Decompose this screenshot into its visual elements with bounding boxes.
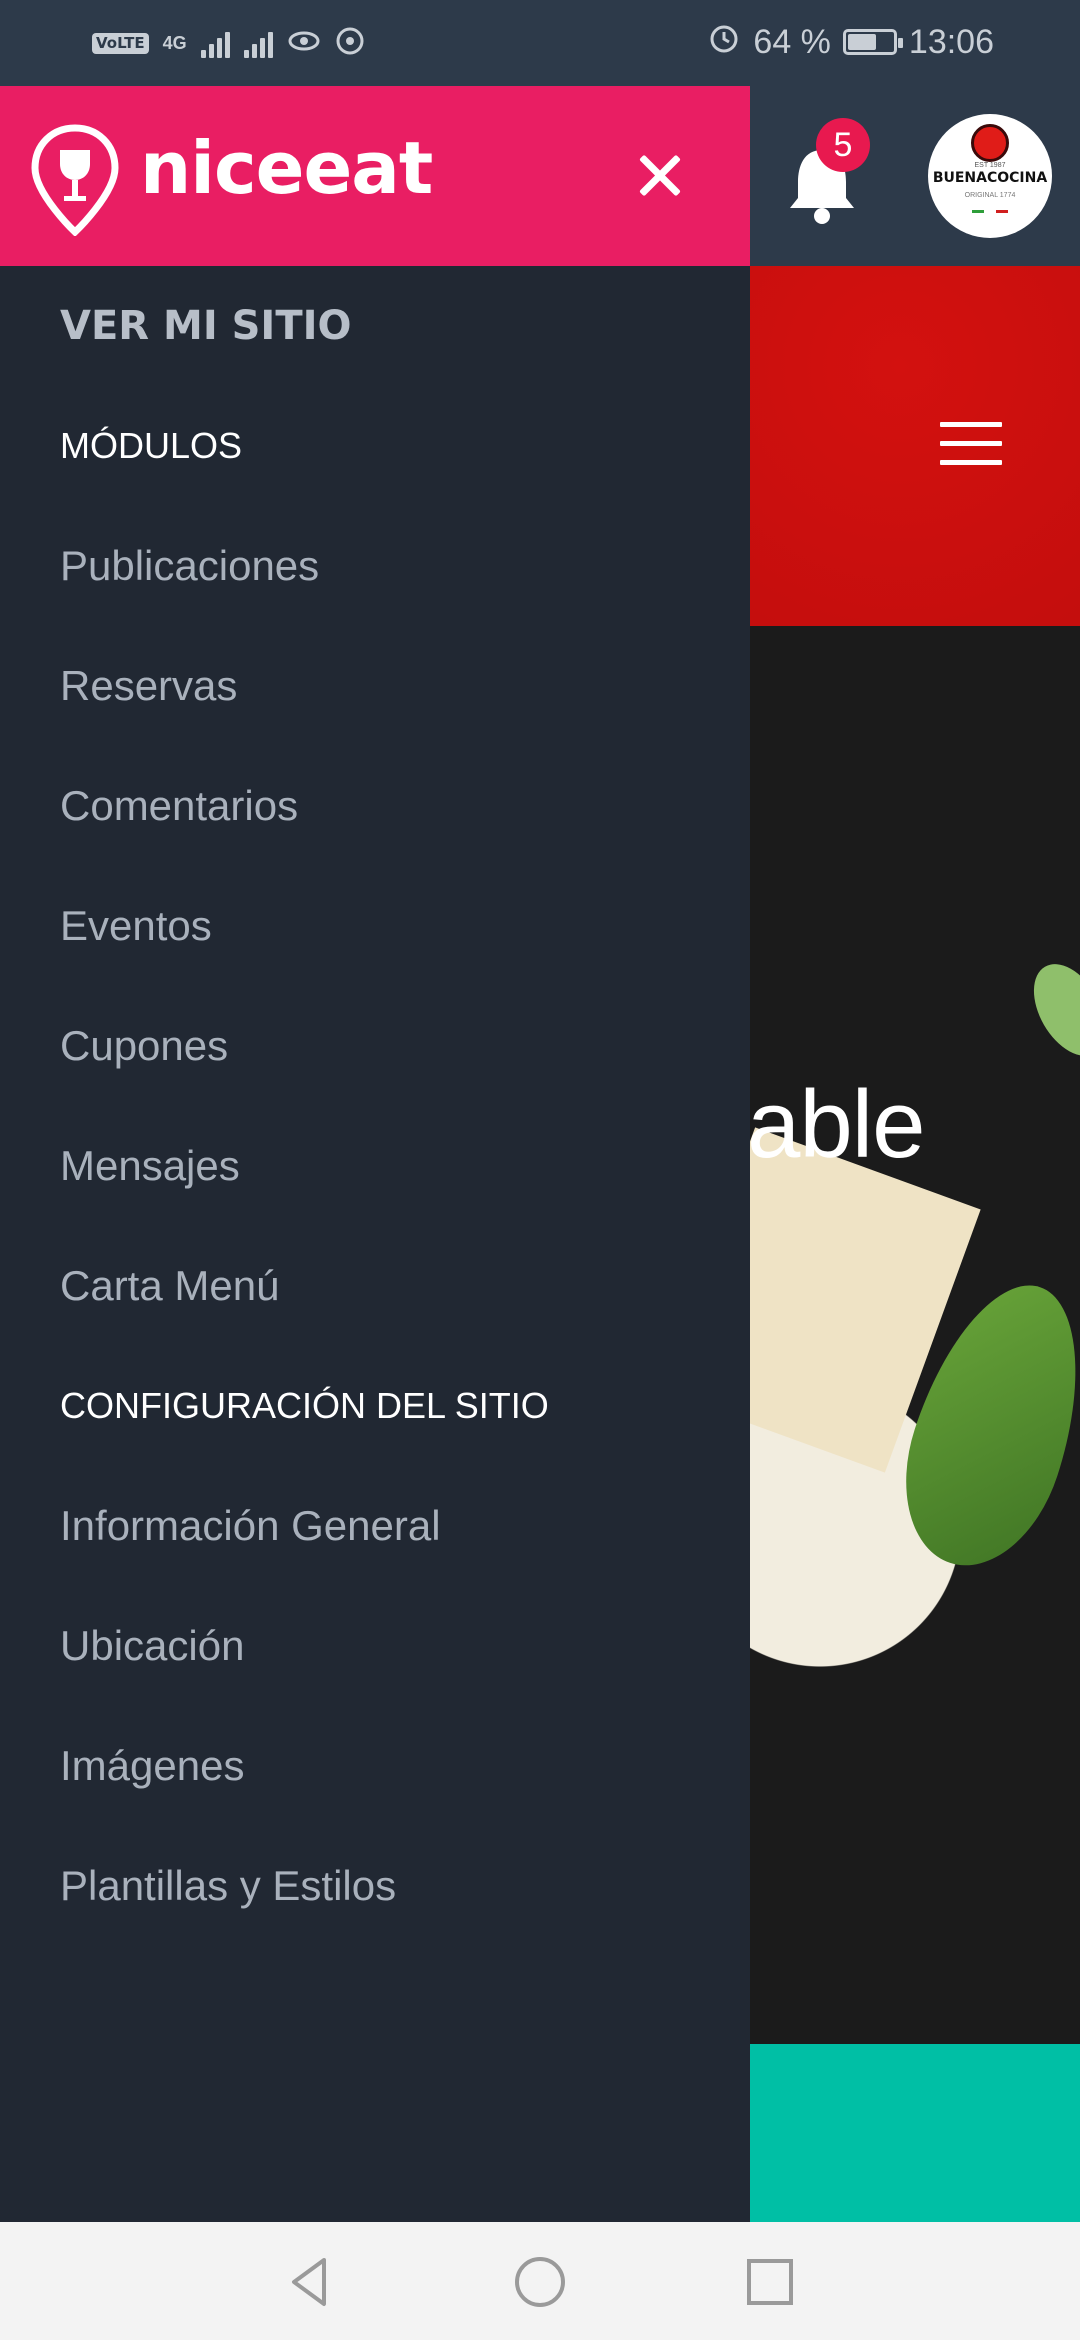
battery-icon [842, 29, 903, 55]
avatar-flag-green [972, 210, 984, 213]
menu-item-publicaciones[interactable]: Publicaciones [0, 506, 750, 626]
battery-fill [847, 34, 877, 50]
avatar-flag-red [996, 210, 1008, 213]
clock: 13:06 [908, 22, 994, 61]
home-icon[interactable] [510, 2252, 570, 2312]
system-navigation-bar [0, 2222, 1080, 2340]
network-type: 4G [162, 32, 187, 53]
close-icon[interactable] [630, 146, 690, 206]
wine-glass-pin-icon [30, 124, 120, 237]
alarm-icon [707, 21, 741, 64]
brand-logo-text: niceeat [140, 126, 433, 210]
notifications-badge: 5 [816, 118, 870, 172]
menu-item-comentarios[interactable]: Comentarios [0, 746, 750, 866]
menu-item-carta-menu[interactable]: Carta Menú [0, 1226, 750, 1346]
restaurant-avatar[interactable]: EST 1987 BUENACOCINA ORIGINAL 1774 [928, 114, 1052, 238]
battery-percent: 64 % [753, 22, 831, 61]
signal-icon-2 [243, 28, 273, 58]
signal-icon [200, 28, 230, 58]
volte-indicator: VoLTE [92, 32, 149, 54]
menu-item-ubicacion[interactable]: Ubicación [0, 1586, 750, 1706]
recents-icon[interactable] [740, 2252, 800, 2312]
menu-item-mensajes[interactable]: Mensajes [0, 1106, 750, 1226]
menu-item-reservas[interactable]: Reservas [0, 626, 750, 746]
status-right: 64 % 13:06 [707, 18, 994, 66]
avatar-brand: BUENACOCINA [932, 170, 1048, 186]
avatar-est: EST 1987 [974, 162, 1006, 169]
navigation-drawer: niceeat VER MI SITIO MÓDULOS Publicacion… [0, 86, 750, 2222]
menu-item-ver-mi-sitio[interactable]: VER MI SITIO [0, 266, 750, 386]
avatar-logo-dot [971, 124, 1009, 162]
section-header-modulos: MÓDULOS [60, 425, 243, 466]
section-header-configuracion: CONFIGURACIÓN DEL SITIO [60, 1385, 549, 1426]
status-left: VoLTE 4G [92, 22, 365, 64]
avatar-sub: ORIGINAL 1774 [964, 192, 1016, 199]
menu-item-imagenes[interactable]: Imágenes [0, 1706, 750, 1826]
menu-item-plantillas-estilos[interactable]: Plantillas y Estilos [0, 1826, 750, 1946]
status-bar: VoLTE 4G 64 % 13:06 [0, 0, 1080, 86]
drawer-header: niceeat [0, 86, 750, 266]
chrome-icon [335, 26, 365, 61]
eye-comfort-icon [287, 26, 321, 61]
menu-item-cupones[interactable]: Cupones [0, 986, 750, 1106]
menu-item-eventos[interactable]: Eventos [0, 866, 750, 986]
back-icon[interactable] [280, 2252, 340, 2312]
hamburger-menu-icon[interactable] [940, 422, 1002, 468]
drawer-menu: VER MI SITIO MÓDULOS Publicaciones Reser… [0, 266, 750, 1946]
menu-item-informacion-general[interactable]: Información General [0, 1466, 750, 1586]
